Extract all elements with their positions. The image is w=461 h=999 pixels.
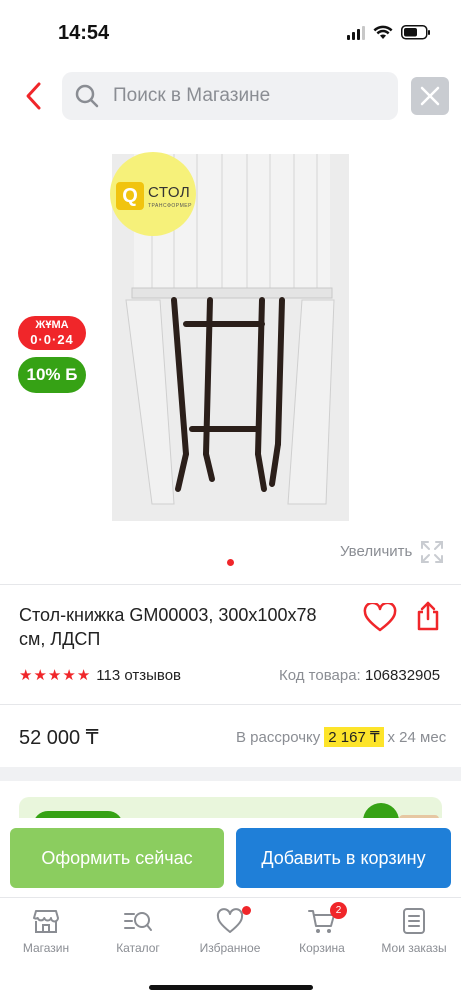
brand-logo: Q СТОЛ ТРАНСФОРМЕР — [110, 152, 196, 236]
heart-icon — [215, 906, 251, 936]
installment-info: В рассрочку 2 167 ₸ х 24 мес — [236, 727, 446, 747]
installment-prefix: В рассрочку — [236, 728, 321, 746]
friday-badge-label: ЖҰМА — [35, 319, 69, 331]
star-icon: ★ — [47, 666, 62, 684]
installment-suffix: х 24 мес — [387, 728, 447, 746]
status-icons — [347, 25, 431, 40]
shop-icon — [31, 906, 61, 936]
nav-item-orders[interactable]: Мои заказы — [368, 906, 460, 955]
expand-icon[interactable] — [420, 540, 444, 564]
nav-label-orders: Мои заказы — [381, 941, 447, 955]
search-input[interactable]: Поиск в Магазине — [62, 72, 398, 120]
section-separator — [0, 767, 461, 781]
nav-item-shop[interactable]: Магазин — [0, 906, 92, 955]
product-price: 52 000 ₸ — [19, 727, 99, 749]
nav-item-cart[interactable]: 2 Корзина — [276, 902, 368, 955]
close-icon — [420, 86, 440, 106]
star-icon: ★ — [76, 666, 91, 684]
bottom-nav: Магазин Каталог Избранное 2 Корзина Мои … — [0, 897, 461, 999]
brand-logo-text: СТОЛ — [148, 184, 191, 201]
sku-value: 106832905 — [365, 667, 441, 684]
action-bar: Оформить сейчас Добавить в корзину — [0, 818, 461, 896]
status-bar: 14:54 — [0, 0, 461, 62]
share-icon[interactable] — [414, 600, 442, 632]
carousel-dot-active[interactable] — [227, 559, 234, 566]
search-header: Поиск в Магазине — [0, 62, 461, 130]
brand-logo-subtext: ТРАНСФОРМЕР — [148, 203, 192, 209]
sku-label: Код товара: — [279, 667, 361, 684]
home-indicator — [149, 985, 313, 990]
product-gallery[interactable]: Q СТОЛ ТРАНСФОРМЕР ЖҰМА 0·0·24 10% Б Уве… — [0, 130, 461, 580]
star-icon: ★ — [33, 666, 47, 684]
friday-sale-badge: ЖҰМА 0·0·24 — [18, 316, 86, 350]
friday-badge-timer: 0·0·24 — [30, 332, 74, 347]
orders-icon — [399, 906, 429, 936]
installment-amount: 2 167 ₸ — [324, 727, 384, 747]
star-icon: ★ — [19, 666, 33, 684]
search-placeholder: Поиск в Магазине — [113, 85, 271, 106]
chevron-left-icon — [26, 82, 41, 110]
bonus-discount-badge: 10% Б — [18, 357, 86, 393]
status-time: 14:54 — [58, 22, 110, 44]
zoom-link[interactable]: Увеличить — [340, 543, 412, 560]
nav-label-catalog: Каталог — [116, 941, 160, 955]
nav-item-favorites[interactable]: Избранное — [184, 906, 276, 955]
nav-label-shop: Магазин — [22, 941, 70, 955]
review-count[interactable]: 113 отзывов — [96, 667, 181, 684]
divider — [0, 704, 461, 705]
nav-label-cart: Корзина — [299, 941, 345, 955]
favorites-notification-dot — [242, 906, 251, 915]
order-now-button[interactable]: Оформить сейчас — [10, 828, 224, 888]
wifi-icon — [373, 25, 393, 39]
back-button[interactable] — [20, 80, 48, 112]
product-title: Стол-книжка GM00003, 300x100x78 см, ЛДСП — [19, 605, 317, 649]
catalog-search-icon — [123, 906, 153, 936]
brand-q-mark: Q — [116, 182, 144, 210]
close-button[interactable] — [411, 77, 449, 115]
add-to-cart-button[interactable]: Добавить в корзину — [236, 828, 451, 888]
product-rating[interactable]: ★ ★ ★ ★ ★ 113 отзывов — [19, 667, 181, 684]
star-icon: ★ — [62, 666, 76, 684]
favorite-heart-icon[interactable] — [363, 603, 397, 633]
nav-label-favorites: Избранное — [199, 941, 261, 955]
battery-icon — [401, 25, 430, 40]
cellular-signal-icon — [347, 25, 365, 40]
search-icon — [75, 84, 99, 108]
nav-item-catalog[interactable]: Каталог — [92, 906, 184, 955]
cart-count-badge: 2 — [330, 902, 347, 919]
divider — [0, 584, 461, 585]
cart-icon: 2 — [307, 902, 347, 936]
